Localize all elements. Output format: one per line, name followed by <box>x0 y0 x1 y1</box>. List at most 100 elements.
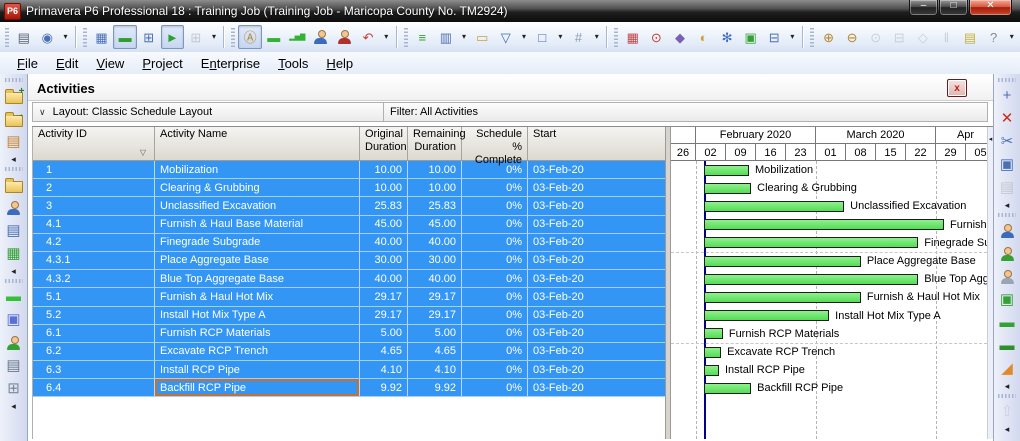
resource-histogram-icon[interactable]: ▂▅▇ <box>286 25 310 49</box>
gantt-bar[interactable] <box>704 292 861 303</box>
cell-activity-name[interactable]: Install Hot Mix Type A <box>155 307 360 324</box>
cell-activity-id[interactable]: 2 <box>33 179 155 196</box>
obs-directory-icon[interactable]: ▤ <box>2 219 26 242</box>
column-header-activity-name[interactable]: Activity Name <box>155 127 360 160</box>
collapse-left-icon[interactable]: ◂ <box>0 400 27 412</box>
gantt-bar[interactable] <box>704 165 749 176</box>
collapse-left-icon[interactable]: ◂ <box>0 153 27 165</box>
layout-selector[interactable]: ∨ Layout: Classic Schedule Layout <box>33 103 384 121</box>
print-icon[interactable]: ▤ <box>12 25 36 49</box>
menu-file[interactable]: File <box>8 54 47 73</box>
table-view-icon[interactable]: ▦ <box>90 25 114 49</box>
cell-remaining-duration[interactable]: 40.00 <box>408 234 462 251</box>
find-dropdown-icon[interactable]: ▾ <box>380 25 393 49</box>
print-dropdown-icon[interactable]: ▾ <box>59 25 72 49</box>
layouts-dropdown-icon[interactable]: ▾ <box>554 25 567 49</box>
cell-original-duration[interactable]: 9.92 <box>360 379 408 396</box>
activities-icon[interactable]: ▬ <box>2 285 26 308</box>
column-header-start[interactable]: Start <box>528 127 665 160</box>
cell-remaining-duration[interactable]: 29.17 <box>408 288 462 305</box>
delete-icon[interactable]: ✕ <box>995 107 1019 130</box>
collapse-left-icon[interactable]: ◂ <box>0 265 27 277</box>
cell-activity-name[interactable]: Excavate RCP Trench <box>155 343 360 360</box>
cell-activity-id[interactable]: 6.1 <box>33 325 155 342</box>
cell-schedule-pct[interactable]: 0% <box>462 325 528 342</box>
panel-close-icon[interactable]: x <box>947 79 967 97</box>
cell-schedule-pct[interactable]: 0% <box>462 307 528 324</box>
cell-schedule-pct[interactable]: 0% <box>462 270 528 287</box>
collapse-left-icon[interactable]: ◂ <box>994 199 1020 211</box>
cell-start[interactable]: 03-Feb-20 <box>528 161 665 178</box>
cell-remaining-duration[interactable]: 25.83 <box>408 197 462 214</box>
cell-schedule-pct[interactable]: 0% <box>462 197 528 214</box>
cell-schedule-pct[interactable]: 0% <box>462 379 528 396</box>
cell-start[interactable]: 03-Feb-20 <box>528 234 665 251</box>
cell-activity-name[interactable]: Place Aggregate Base <box>155 252 360 269</box>
cell-activity-id[interactable]: 4.1 <box>33 216 155 233</box>
cell-original-duration[interactable]: 40.00 <box>360 270 408 287</box>
new-project-icon[interactable]: + <box>2 84 26 107</box>
timescale-week[interactable]: 29 <box>936 144 966 161</box>
cell-remaining-duration[interactable]: 10.00 <box>408 179 462 196</box>
cell-activity-id[interactable]: 5.2 <box>33 307 155 324</box>
cell-activity-id[interactable]: 3 <box>33 197 155 214</box>
apply-actuals-icon[interactable]: ◐ <box>692 25 716 49</box>
cell-schedule-pct[interactable]: 0% <box>462 216 528 233</box>
reports-icon[interactable]: ▦ <box>2 242 26 265</box>
column-header-activity-id[interactable]: Activity ID ▽ <box>33 127 155 160</box>
cell-activity-id[interactable]: 6.4 <box>33 379 155 396</box>
trace-logic-view-icon[interactable]: ► <box>161 25 185 49</box>
cell-activity-name[interactable]: Furnish RCP Materials <box>155 325 360 342</box>
cell-activity-name[interactable]: Finegrade Subgrade <box>155 234 360 251</box>
gantt-bar[interactable] <box>704 274 918 285</box>
cell-start[interactable]: 03-Feb-20 <box>528 252 665 269</box>
column-header-remaining-duration[interactable]: Remaining Duration <box>408 127 462 160</box>
timescale-month[interactable]: March 2020 <box>816 127 936 143</box>
resources-icon[interactable] <box>309 25 333 49</box>
cell-start[interactable]: 03-Feb-20 <box>528 325 665 342</box>
assign-resource-icon[interactable] <box>995 219 1019 242</box>
gantt-bar[interactable] <box>704 383 751 394</box>
cell-remaining-duration[interactable]: 4.10 <box>408 361 462 378</box>
find-icon[interactable]: Ⓐ <box>238 25 262 49</box>
cell-schedule-pct[interactable]: 0% <box>462 361 528 378</box>
cell-start[interactable]: 03-Feb-20 <box>528 288 665 305</box>
cell-original-duration[interactable]: 40.00 <box>360 234 408 251</box>
cell-original-duration[interactable]: 4.65 <box>360 343 408 360</box>
gantt-bar[interactable] <box>704 310 829 321</box>
cell-original-duration[interactable]: 25.83 <box>360 197 408 214</box>
gantt-bar[interactable] <box>704 365 719 376</box>
gantt-timescale[interactable]: February 2020March 2020Apr 2602091623010… <box>671 127 987 161</box>
expenses-icon[interactable]: ⊞ <box>2 377 26 400</box>
work-products-documents-icon[interactable]: ▤ <box>2 354 26 377</box>
cell-remaining-duration[interactable]: 10.00 <box>408 161 462 178</box>
timescale-week[interactable]: 15 <box>876 144 906 161</box>
assign-predecessor-icon[interactable]: ▬ <box>995 311 1019 334</box>
tools-dropdown-icon[interactable]: ▾ <box>786 25 799 49</box>
cell-schedule-pct[interactable]: 0% <box>462 288 528 305</box>
collapse-left-icon[interactable]: ◂ <box>988 133 993 145</box>
collapse-left-icon[interactable]: ◂ <box>994 380 1020 392</box>
constraints-icon[interactable]: ✻ <box>715 25 739 49</box>
cell-remaining-duration[interactable]: 30.00 <box>408 252 462 269</box>
gantt-bar[interactable] <box>704 237 918 248</box>
cell-original-duration[interactable]: 29.17 <box>360 288 408 305</box>
gantt-scroll-strip[interactable]: ◂ <box>987 127 993 439</box>
cell-activity-name[interactable]: Install RCP Pipe <box>155 361 360 378</box>
cell-activity-name[interactable]: Blue Top Aggregate Base <box>155 270 360 287</box>
view-dropdown-icon[interactable]: ▾ <box>590 25 603 49</box>
cell-start[interactable]: 03-Feb-20 <box>528 379 665 396</box>
cell-activity-id[interactable]: 4.3.2 <box>33 270 155 287</box>
cut-icon[interactable]: ✂ <box>995 130 1019 153</box>
gantt-bar[interactable] <box>704 256 861 267</box>
cell-activity-name[interactable]: Mobilization <box>155 161 360 178</box>
zoom-in-icon[interactable]: ⊕ <box>817 25 841 49</box>
cell-start[interactable]: 03-Feb-20 <box>528 343 665 360</box>
cell-activity-name[interactable]: Furnish & Haul Hot Mix <box>155 288 360 305</box>
gantt-bar[interactable] <box>704 201 844 212</box>
cell-activity-name[interactable]: Backfill RCP Pipe <box>155 379 360 396</box>
menu-edit[interactable]: Edit <box>47 54 87 73</box>
gantt-bar[interactable] <box>704 219 944 230</box>
cell-activity-id[interactable]: 4.3.1 <box>33 252 155 269</box>
cell-schedule-pct[interactable]: 0% <box>462 252 528 269</box>
